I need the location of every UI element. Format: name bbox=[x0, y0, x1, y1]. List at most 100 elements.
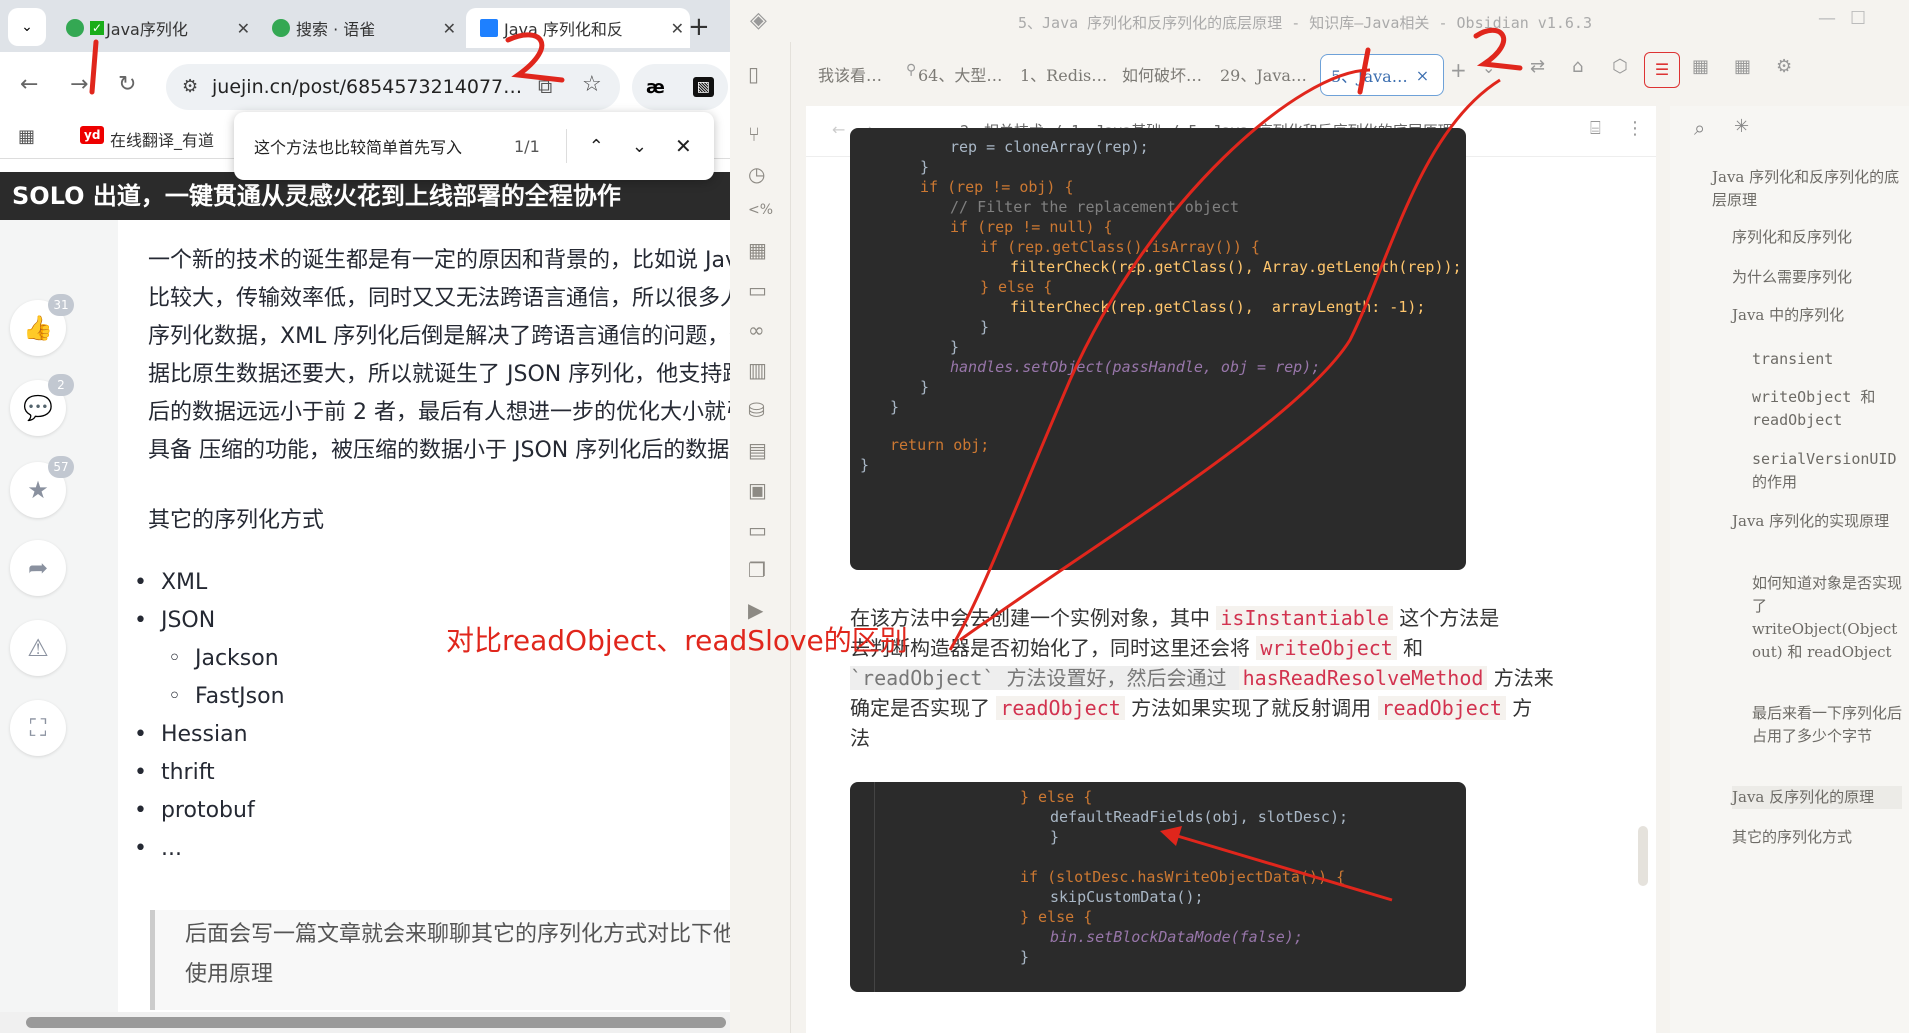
gear-icon[interactable]: ⚙ bbox=[1776, 56, 1792, 77]
tab-label: 5、Java… bbox=[1331, 67, 1408, 86]
tab-note[interactable]: 64、大型… bbox=[918, 54, 1008, 94]
tab-juejin-article[interactable]: Java 序列化和反 ✕ bbox=[466, 8, 690, 48]
outline-item[interactable]: 如何知道对象是否实现了 writeObject(Object out) 和 re… bbox=[1752, 572, 1902, 664]
extension-icon[interactable]: æ bbox=[646, 77, 665, 98]
table-icon[interactable]: ▦ bbox=[1692, 56, 1709, 77]
report-button[interactable]: ⚠ bbox=[10, 620, 66, 676]
chevron-down-icon[interactable]: ⌄ bbox=[632, 136, 647, 157]
close-icon[interactable]: ✕ bbox=[675, 134, 692, 158]
layout-icon[interactable]: ▣ bbox=[748, 478, 767, 502]
tab-java-serialization[interactable]: ✓ Java序列化 ✕ bbox=[56, 8, 256, 48]
star-icon[interactable]: ☆ bbox=[582, 72, 602, 97]
bookmark-youdao[interactable]: 在线翻译_有道 bbox=[110, 127, 214, 151]
code-line: } bbox=[890, 398, 900, 416]
search-doc-icon[interactable]: ▤ bbox=[748, 438, 767, 462]
extension-icon[interactable]: ▧ bbox=[692, 77, 715, 97]
collect-count-badge: 57 bbox=[48, 456, 74, 478]
calendar-icon[interactable]: ▭ bbox=[748, 518, 767, 542]
tab-yuque-search[interactable]: 搜索 · 语雀 ✕ bbox=[262, 8, 462, 48]
graph-icon[interactable]: ⑂ bbox=[748, 122, 760, 146]
arrows-icon[interactable]: ⇄ bbox=[1530, 56, 1545, 77]
text: 方法如果实现了就反射调用 bbox=[1124, 696, 1378, 720]
close-icon[interactable]: ✕ bbox=[437, 19, 462, 38]
cube-icon[interactable]: ⬡ bbox=[1612, 56, 1628, 77]
outline-item[interactable]: 序列化和反序列化 bbox=[1732, 226, 1902, 249]
tab-note[interactable]: 如何破坏… bbox=[1122, 54, 1212, 94]
share-button[interactable]: ➦ bbox=[10, 540, 66, 596]
new-tab-button[interactable]: + bbox=[688, 12, 710, 42]
inline-code: readObject bbox=[1377, 696, 1506, 720]
tab-note[interactable]: 我该看… bbox=[818, 54, 908, 94]
editor-tab-bar: 我该看… ⚲ 64、大型… 1、Redis… 如何破坏… 29、Java… 5、… bbox=[790, 42, 1909, 104]
outline-item[interactable]: Java 序列化的实现原理 bbox=[1732, 510, 1902, 533]
table-icon[interactable]: ▦ bbox=[1734, 56, 1751, 77]
extensions-area: æ ▧ bbox=[632, 64, 728, 110]
outline-item[interactable]: transient bbox=[1752, 348, 1902, 371]
find-input[interactable]: 这个方法也比较简单首先写入 bbox=[254, 134, 494, 158]
clock-icon[interactable]: ◷ bbox=[748, 162, 765, 186]
more-options-icon[interactable]: ⋮ bbox=[1626, 118, 1644, 139]
fullscreen-icon: ⛶ bbox=[29, 714, 47, 742]
scrollbar-thumb[interactable] bbox=[26, 1017, 726, 1028]
sidebar-toggle-icon[interactable]: ▯ bbox=[748, 62, 759, 86]
outline-item[interactable]: 其它的序列化方式 bbox=[1732, 826, 1902, 849]
translate-icon[interactable]: ⧉ bbox=[538, 74, 552, 98]
tag-icon[interactable]: ⌂ bbox=[1572, 56, 1583, 77]
outline-item[interactable]: writeObject 和 readObject bbox=[1752, 386, 1902, 432]
site-info-icon[interactable]: ⚙ bbox=[182, 76, 198, 97]
text: 去判断构造器是否初始化了，同时这里还会将 bbox=[850, 636, 1257, 660]
note-editor: ← → 2、相关技术 / 1、Java基础 / 5、Java 序列化和反序列化的… bbox=[806, 106, 1656, 1033]
database-icon[interactable]: ⛁ bbox=[748, 398, 765, 422]
tab-note-active[interactable]: 5、Java… × bbox=[1320, 54, 1444, 96]
apps-grid-icon[interactable]: ▦ bbox=[18, 126, 35, 147]
reading-mode-icon[interactable]: ⌸ bbox=[1590, 118, 1601, 139]
reload-icon[interactable]: ↻ bbox=[118, 72, 136, 97]
search-icon[interactable]: ⌕ bbox=[1694, 116, 1705, 140]
vertical-scrollbar[interactable] bbox=[1638, 826, 1648, 886]
outline-item[interactable]: Java 中的序列化 bbox=[1732, 304, 1902, 327]
close-icon[interactable]: ✕ bbox=[665, 19, 690, 38]
horizontal-scrollbar[interactable] bbox=[0, 1012, 730, 1033]
forward-arrow-icon[interactable]: → bbox=[70, 72, 88, 97]
book-icon[interactable]: ▭ bbox=[748, 278, 767, 302]
new-tab-icon[interactable]: + bbox=[1450, 58, 1467, 82]
list-icon[interactable]: ☰ bbox=[1644, 52, 1680, 88]
code-line: } bbox=[980, 318, 990, 336]
focus-mode-button[interactable]: ⛶ bbox=[10, 700, 66, 756]
code-block: rep = cloneArray(rep); } if (rep != obj)… bbox=[850, 128, 1466, 570]
back-arrow-icon[interactable]: ← bbox=[20, 72, 38, 97]
code-line: return obj; bbox=[890, 436, 990, 454]
asterisk-icon[interactable]: ✳ bbox=[1734, 116, 1749, 137]
minimize-icon[interactable]: — bbox=[1818, 8, 1836, 29]
window-title: 5、Java 序列化和反序列化的底层原理 - 知识库—Java相关 - Obsi… bbox=[1018, 14, 1592, 32]
outline-item[interactable]: serialVersionUID 的作用 bbox=[1752, 448, 1902, 494]
list-item-label: XML bbox=[160, 570, 208, 595]
code-line: } else { bbox=[980, 278, 1053, 296]
tab-note[interactable]: 29、Java… bbox=[1220, 54, 1310, 94]
tab-search-button[interactable]: ⌄ bbox=[8, 8, 46, 46]
back-arrow-icon[interactable]: ← bbox=[832, 120, 845, 139]
glasses-icon[interactable]: ∞ bbox=[748, 318, 765, 342]
pin-icon[interactable]: ⚲ bbox=[906, 62, 916, 78]
address-bar[interactable]: ⚙ juejin.cn/post/6854573214077… ⧉ ☆ bbox=[166, 64, 620, 110]
percent-icon[interactable]: <% bbox=[748, 202, 773, 218]
chevron-down-icon[interactable]: ⌄ bbox=[1482, 58, 1495, 77]
outline-item[interactable]: 最后来看一下序列化后占用了多少个字节 bbox=[1752, 702, 1902, 748]
terminal-icon[interactable]: ▶ bbox=[748, 598, 763, 622]
chevron-up-icon[interactable]: ⌃ bbox=[589, 136, 604, 157]
table-icon[interactable]: ▦ bbox=[748, 238, 767, 262]
tab-note[interactable]: 1、Redis… bbox=[1020, 54, 1110, 94]
chart-icon[interactable]: ▥ bbox=[748, 358, 767, 382]
warning-icon: ⚠ bbox=[27, 634, 49, 662]
outline-item-active[interactable]: Java 反序列化的原理 bbox=[1732, 786, 1902, 809]
article-line: 比较大，传输效率低，同时又又无法跨语言通信，所以很多人 bbox=[148, 286, 730, 311]
maximize-icon[interactable]: ☐ bbox=[1850, 8, 1866, 29]
text: 方法来 bbox=[1487, 666, 1554, 690]
outline-item[interactable]: Java 序列化和反序列化的底层原理 bbox=[1712, 166, 1902, 212]
outline-item[interactable]: 为什么需要序列化 bbox=[1732, 266, 1902, 289]
close-icon[interactable]: ✕ bbox=[231, 19, 256, 38]
tab-label: 1、Redis… bbox=[1020, 66, 1108, 85]
copy-icon[interactable]: ❐ bbox=[748, 558, 766, 582]
code-line: } bbox=[1050, 828, 1060, 846]
close-icon[interactable]: × bbox=[1416, 66, 1429, 85]
